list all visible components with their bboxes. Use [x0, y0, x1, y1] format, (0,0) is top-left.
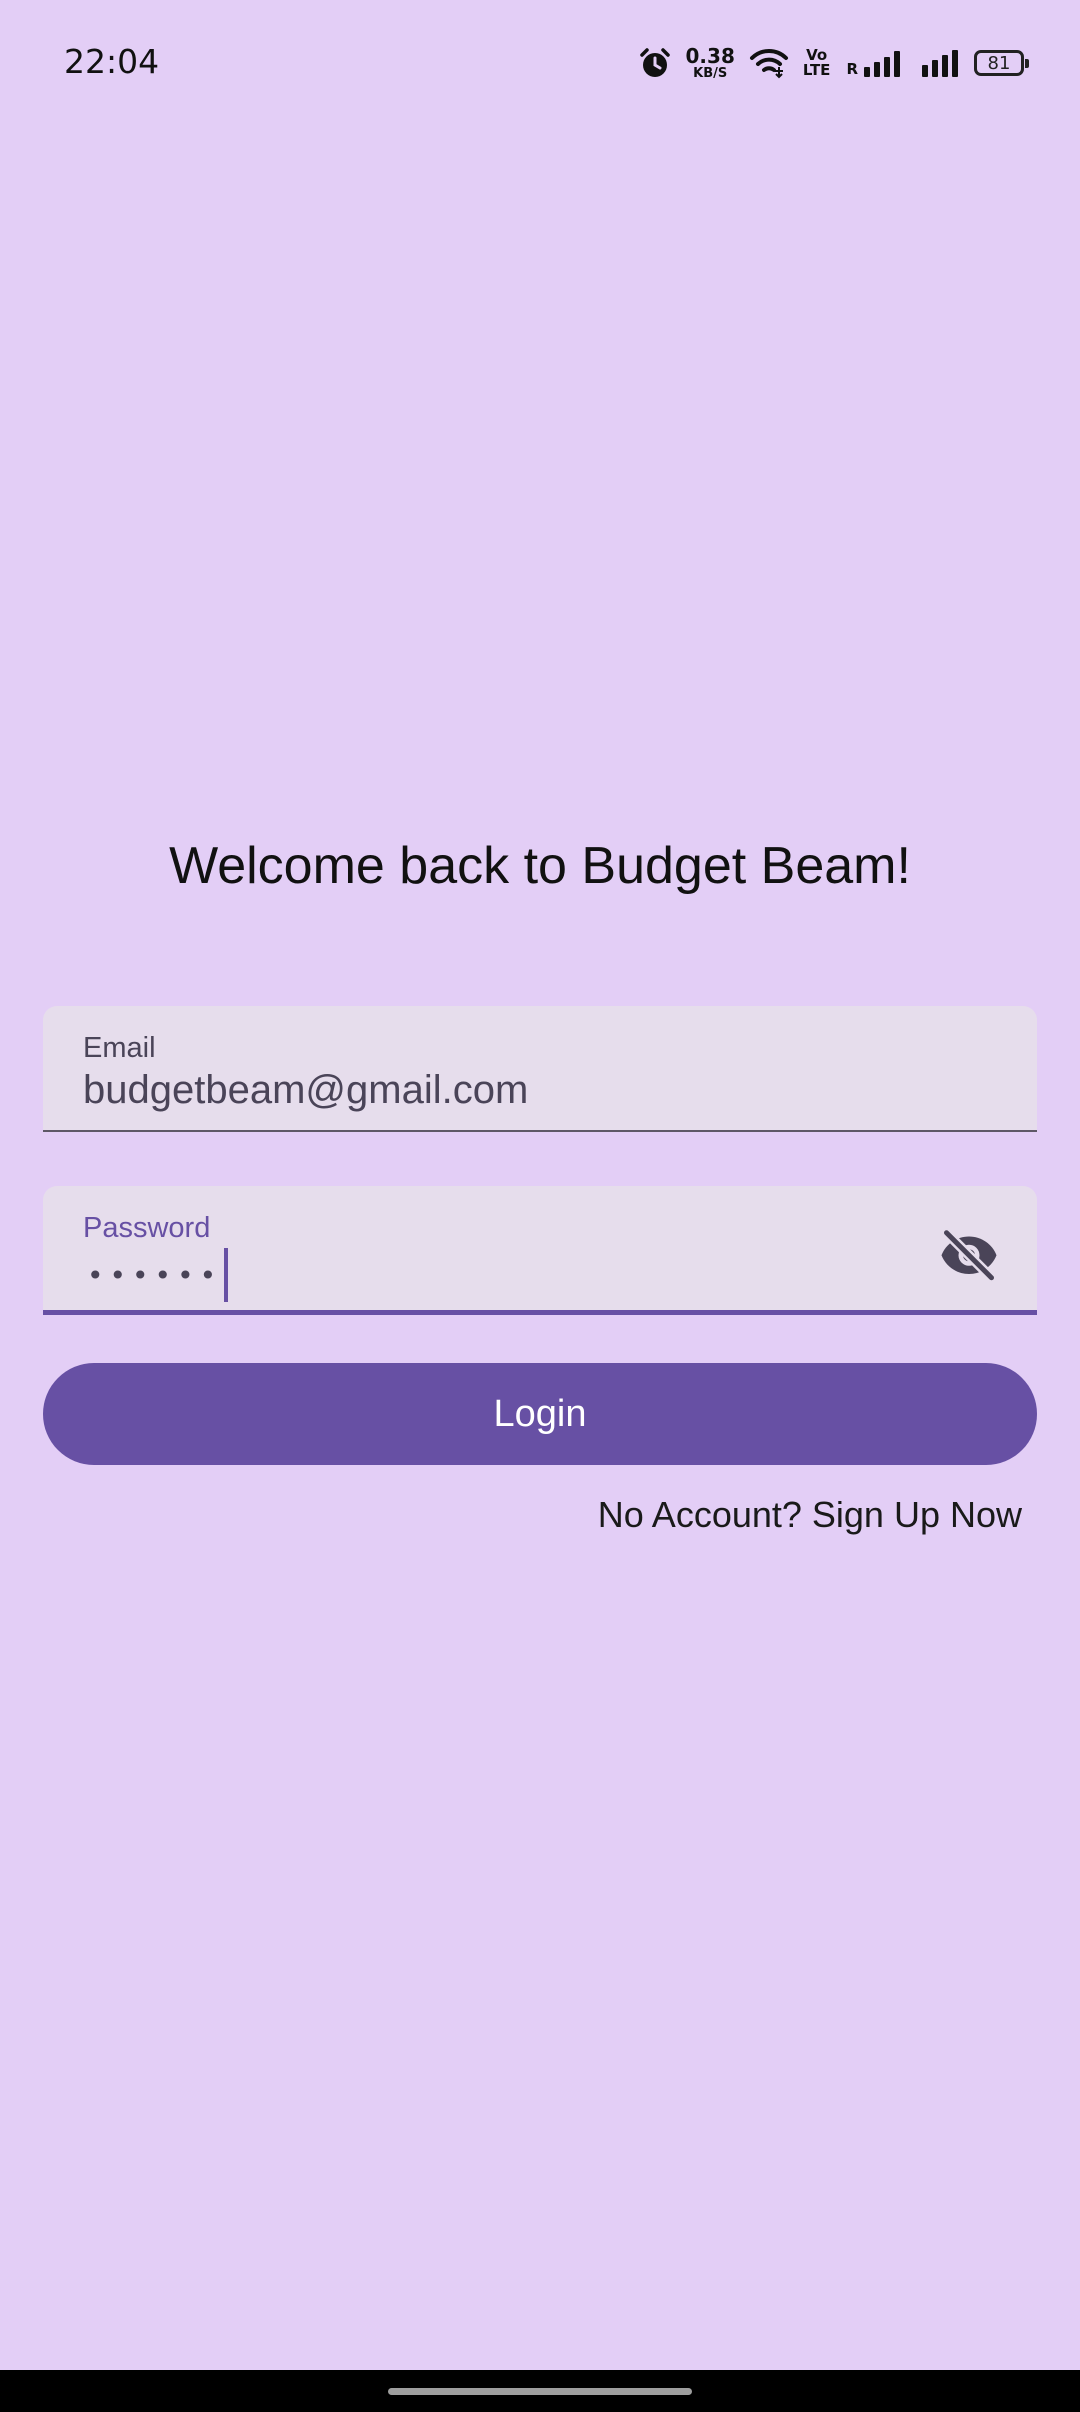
status-icons: 0.38 KB/S Vo LTE R 81	[624, 38, 1029, 88]
battery-level: 81	[987, 52, 1011, 74]
password-value[interactable]: ••••••	[87, 1248, 229, 1302]
status-bar: 22:04 0.38 KB/S Vo LTE R 81	[0, 0, 1080, 124]
email-value[interactable]: budgetbeam@gmail.com	[83, 1068, 528, 1113]
navigation-bar	[0, 2370, 1080, 2412]
visibility-off-icon[interactable]	[937, 1222, 1001, 1286]
password-masked: ••••••	[87, 1258, 223, 1292]
battery-icon: 81	[974, 50, 1029, 76]
login-button[interactable]: Login	[43, 1363, 1037, 1465]
page-title: Welcome back to Budget Beam!	[169, 837, 911, 895]
signal-icon	[862, 49, 906, 77]
signup-link[interactable]: No Account? Sign Up Now	[598, 1494, 1022, 1536]
email-field[interactable]: Email budgetbeam@gmail.com	[43, 1006, 1037, 1132]
volte-line2: LTE	[802, 61, 831, 79]
wifi-icon	[749, 47, 789, 79]
password-label: Password	[83, 1212, 211, 1244]
network-speed-unit: KB/S	[693, 66, 728, 81]
home-indicator[interactable]	[388, 2388, 692, 2395]
network-speed-value: 0.38	[685, 44, 735, 68]
signal-icon	[920, 49, 960, 77]
network-speed: 0.38 KB/S	[686, 46, 735, 80]
status-time: 22:04	[64, 42, 160, 81]
text-cursor	[224, 1248, 229, 1302]
roaming-indicator: R	[846, 60, 858, 78]
volte-indicator: Vo LTE	[803, 48, 831, 78]
email-label: Email	[83, 1032, 156, 1064]
alarm-icon	[638, 46, 672, 80]
password-field[interactable]: Password ••••••	[43, 1186, 1037, 1315]
